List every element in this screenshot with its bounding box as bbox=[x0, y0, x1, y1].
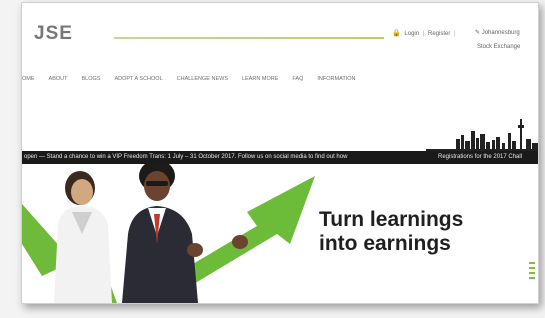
hero-headline: Turn learnings into earnings bbox=[319, 208, 463, 256]
jse-logo[interactable]: JSE bbox=[34, 23, 73, 45]
login-link[interactable]: Login bbox=[404, 31, 419, 37]
carousel-indicators[interactable] bbox=[529, 262, 535, 282]
hero-headline-line-1: Turn learnings bbox=[319, 208, 464, 231]
hero-banner: Turn learnings into earnings bbox=[22, 164, 538, 303]
city-skyline-graphic bbox=[426, 119, 538, 151]
nav-item-faq[interactable]: FAQ bbox=[285, 73, 310, 85]
nav-item-learn-more[interactable]: LEARN MORE bbox=[235, 73, 285, 85]
carousel-dot[interactable] bbox=[529, 272, 535, 274]
nav-item-blogs[interactable]: BLOGS bbox=[74, 73, 107, 85]
location-link[interactable]: ✎ Johannesburg bbox=[475, 29, 520, 36]
carousel-dot[interactable] bbox=[529, 277, 535, 279]
ticker-text-registration: Registrations for the 2017 Chall bbox=[438, 154, 523, 160]
main-nav: OME ABOUT BLOGS ADOPT A SCHOOL CHALLENGE… bbox=[22, 73, 538, 85]
nav-item-information[interactable]: INFORMATION bbox=[310, 73, 362, 85]
lock-icon: 🔒 bbox=[392, 30, 401, 37]
location-label: Johannesburg bbox=[481, 30, 520, 36]
pencil-icon: ✎ bbox=[475, 30, 481, 36]
carousel-dot[interactable] bbox=[529, 267, 535, 269]
nav-item-adopt-a-school[interactable]: ADOPT A SCHOOL bbox=[107, 73, 169, 85]
nav-item-home[interactable]: OME bbox=[22, 73, 42, 85]
browser-frame: JSE 🔒 Login | Register | ✎ Johannesburg … bbox=[21, 2, 539, 304]
register-link[interactable]: Register bbox=[428, 31, 450, 37]
header-divider-line bbox=[114, 37, 384, 39]
hero-headline-line-2: into earnings bbox=[319, 232, 451, 255]
separator: | bbox=[422, 31, 425, 37]
ticker-text: open — Stand a chance to win a VIP Freed… bbox=[24, 154, 348, 160]
separator: | bbox=[454, 31, 456, 37]
nav-item-challenge-news[interactable]: CHALLENGE NEWS bbox=[170, 73, 235, 85]
nav-item-about[interactable]: ABOUT bbox=[42, 73, 75, 85]
carousel-dot[interactable] bbox=[529, 262, 535, 264]
account-links: 🔒 Login | Register | bbox=[392, 29, 458, 37]
stock-exchange-label[interactable]: Stock Exchange bbox=[477, 44, 520, 50]
news-ticker[interactable]: open — Stand a chance to win a VIP Freed… bbox=[22, 151, 538, 164]
